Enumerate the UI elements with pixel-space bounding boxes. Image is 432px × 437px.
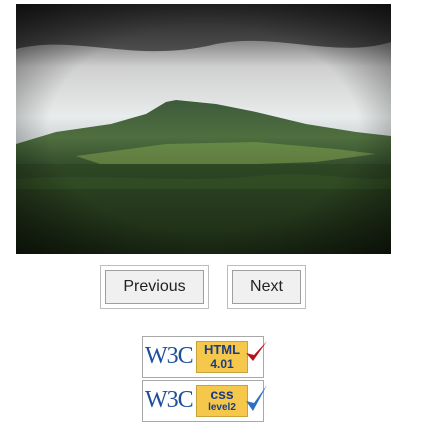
checkmark-icon bbox=[246, 385, 267, 411]
w3c-html-valid-badge[interactable]: W3C HTML 4.01 bbox=[142, 336, 267, 378]
html-version: 4.01 bbox=[210, 357, 234, 371]
html-version-tag: HTML 4.01 bbox=[196, 341, 248, 373]
next-button-label: Next bbox=[232, 270, 301, 304]
next-button[interactable]: Next bbox=[227, 265, 306, 309]
w3c-css-valid-badge[interactable]: W3C css level2 bbox=[142, 380, 267, 422]
css-level-tag: css level2 bbox=[196, 385, 248, 417]
landscape-photo bbox=[16, 4, 391, 254]
previous-button-label: Previous bbox=[105, 270, 204, 304]
checkmark-icon bbox=[246, 341, 267, 361]
w3c-logo: W3C bbox=[145, 343, 194, 369]
html-label: HTML bbox=[203, 342, 241, 357]
css-level: level2 bbox=[208, 402, 236, 413]
previous-button[interactable]: Previous bbox=[100, 265, 209, 309]
photo-image bbox=[16, 4, 391, 254]
w3c-logo: W3C bbox=[145, 387, 194, 413]
css-label: css bbox=[210, 386, 234, 402]
